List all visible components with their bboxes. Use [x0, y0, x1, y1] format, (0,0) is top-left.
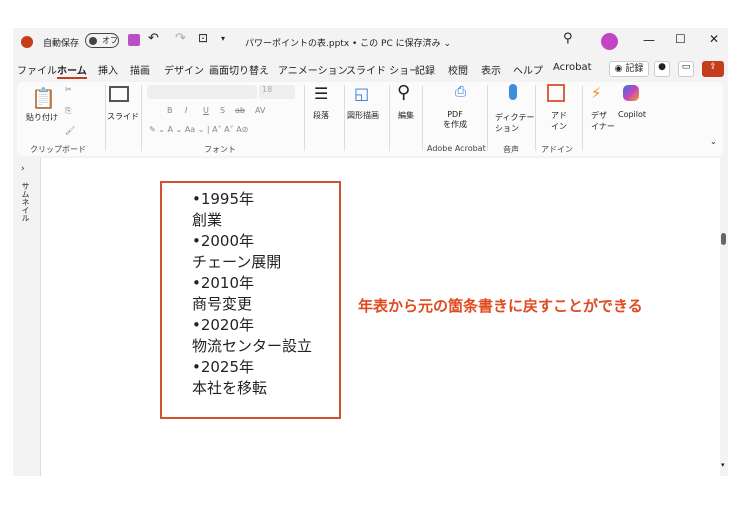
redo-icon[interactable]: ↷ [175, 31, 186, 46]
italic-button[interactable]: I [185, 106, 187, 115]
paste-button[interactable]: 貼り付け [26, 112, 58, 123]
avatar[interactable] [601, 33, 618, 50]
create-pdf-button[interactable]: PDF を作成 [443, 110, 467, 130]
slide-line: 物流センター設立 [192, 337, 313, 355]
powerpoint-window: 自動保存 オフ ↶ ↷ ⊡ ▾ パワーポイントの表.pptx • この PC に… [13, 28, 728, 476]
tab-file[interactable]: ファイル [17, 62, 57, 77]
shapes-button[interactable]: 図形描画 [347, 110, 379, 121]
strikethrough-button[interactable]: ab [235, 106, 245, 115]
slide-line: •2020年 [192, 316, 255, 334]
slide-line: 本社を移転 [192, 379, 268, 397]
tab-view[interactable]: 表示 [481, 62, 501, 77]
share-icon[interactable]: ⇪ [702, 61, 724, 77]
tab-help[interactable]: ヘルプ [513, 62, 543, 77]
format-painter-icon[interactable]: 🖌 [65, 126, 75, 135]
editing-area: › サムネイル •1995年 創業 •2000年 チェーン展開 •2010年 商… [13, 158, 728, 476]
font-name-input[interactable] [147, 85, 257, 99]
text-box[interactable]: •1995年 創業 •2000年 チェーン展開 •2010年 商号変更 •202… [160, 181, 341, 419]
paragraph-icon[interactable]: ☰ [314, 84, 328, 103]
slide-line: •2025年 [192, 358, 255, 376]
record-button[interactable]: ◉ 記録 [609, 61, 649, 77]
tab-home[interactable]: ホーム [57, 62, 87, 79]
copilot-icon[interactable] [623, 85, 639, 101]
tab-review[interactable]: 校閲 [448, 62, 468, 77]
maximize-button[interactable]: ☐ [675, 32, 686, 46]
group-addins: アドイン [541, 145, 573, 154]
paste-icon[interactable]: 📋 [31, 86, 56, 110]
annotation-text: 年表から元の箇条書きに戻すことができる [358, 297, 643, 315]
designer-icon[interactable]: ⚡ [591, 84, 602, 102]
group-adobe: Adobe Acrobat [427, 144, 486, 153]
comments-icon[interactable]: ▭ [678, 61, 694, 77]
close-button[interactable]: ✕ [709, 32, 719, 46]
slide-line: 商号変更 [192, 295, 253, 313]
autosave-toggle[interactable]: オフ [85, 33, 119, 48]
slide-line: •1995年 [192, 190, 255, 208]
search-icon[interactable]: ⚲ [563, 31, 573, 46]
slide-line: •2010年 [192, 274, 255, 292]
powerpoint-logo-icon [21, 36, 33, 48]
expand-thumbnails-icon[interactable]: › [21, 164, 25, 174]
group-font: フォント [204, 145, 236, 154]
underline-button[interactable]: U [203, 106, 209, 115]
designer-button[interactable]: デザ イナー [591, 110, 615, 132]
addins-button[interactable]: アド イン [551, 110, 567, 132]
shadow-button[interactable]: S [220, 106, 225, 115]
search-edit-icon[interactable]: ⚲ [397, 82, 410, 103]
bold-button[interactable]: B [167, 106, 173, 115]
new-slide-icon[interactable] [109, 86, 129, 102]
thumbnail-label: サムネイル [21, 182, 30, 222]
tab-animations[interactable]: アニメーション [278, 62, 348, 77]
cut-icon[interactable]: ✂ [65, 85, 72, 94]
slide-line: 創業 [192, 211, 223, 229]
file-name[interactable]: パワーポイントの表.pptx • この PC に保存済み ⌄ [245, 36, 451, 49]
addins-icon[interactable] [547, 84, 565, 102]
minimize-button[interactable]: — [643, 33, 655, 47]
ribbon-collapse-icon[interactable]: ⌄ [710, 137, 717, 146]
font-size-input[interactable]: 18 [259, 85, 295, 99]
slide-line: チェーン展開 [192, 253, 282, 271]
present-icon[interactable]: ⊡ [198, 31, 208, 45]
create-pdf-icon[interactable]: ⎙ [455, 84, 466, 100]
dictate-button[interactable]: ディクテー ション [495, 112, 534, 134]
title-bar: 自動保存 オフ ↶ ↷ ⊡ ▾ パワーポイントの表.pptx • この PC に… [13, 28, 728, 56]
paragraph-button[interactable]: 段落 [313, 110, 329, 121]
group-clipboard: クリップボード [30, 145, 86, 154]
catch-up-icon[interactable]: ● [654, 61, 670, 77]
tab-acrobat[interactable]: Acrobat [553, 62, 592, 73]
highlight-icon[interactable]: ✎ ⌄ A ⌄ Aa ⌄ | A˄ A˅ A⊘ [149, 125, 248, 134]
save-icon[interactable] [128, 34, 140, 46]
tab-design[interactable]: デザイン [164, 62, 204, 77]
shapes-icon[interactable]: ◱ [354, 84, 369, 103]
copy-icon[interactable]: ⎘ [65, 106, 71, 116]
autosave-label: 自動保存 [43, 39, 80, 49]
customize-qat-icon[interactable]: ▾ [221, 34, 225, 43]
edit-button[interactable]: 編集 [398, 110, 414, 121]
vertical-scrollbar[interactable]: ▾ [720, 158, 728, 476]
scrollbar-thumb[interactable] [721, 233, 726, 245]
slide-line: •2000年 [192, 232, 255, 250]
thumbnail-pane[interactable]: › サムネイル [13, 158, 41, 476]
microphone-icon[interactable] [509, 84, 517, 100]
tab-insert[interactable]: 挿入 [98, 62, 118, 77]
ribbon: 📋 貼り付け ✂ ⎘ 🖌 クリップボード スライド 18 B I U S ab … [17, 82, 723, 156]
tab-draw[interactable]: 描画 [130, 62, 150, 77]
group-voice: 音声 [503, 145, 519, 154]
tab-slideshow[interactable]: スライド ショー [346, 62, 419, 77]
undo-icon[interactable]: ↶ [148, 31, 159, 46]
copilot-button[interactable]: Copilot [618, 110, 646, 119]
char-spacing-button[interactable]: AV [255, 106, 265, 115]
tab-record[interactable]: 記録 [415, 62, 435, 77]
slide-button[interactable]: スライド [107, 111, 139, 122]
scroll-down-icon[interactable]: ▾ [721, 461, 725, 469]
tab-transitions[interactable]: 画面切り替え [209, 62, 269, 77]
